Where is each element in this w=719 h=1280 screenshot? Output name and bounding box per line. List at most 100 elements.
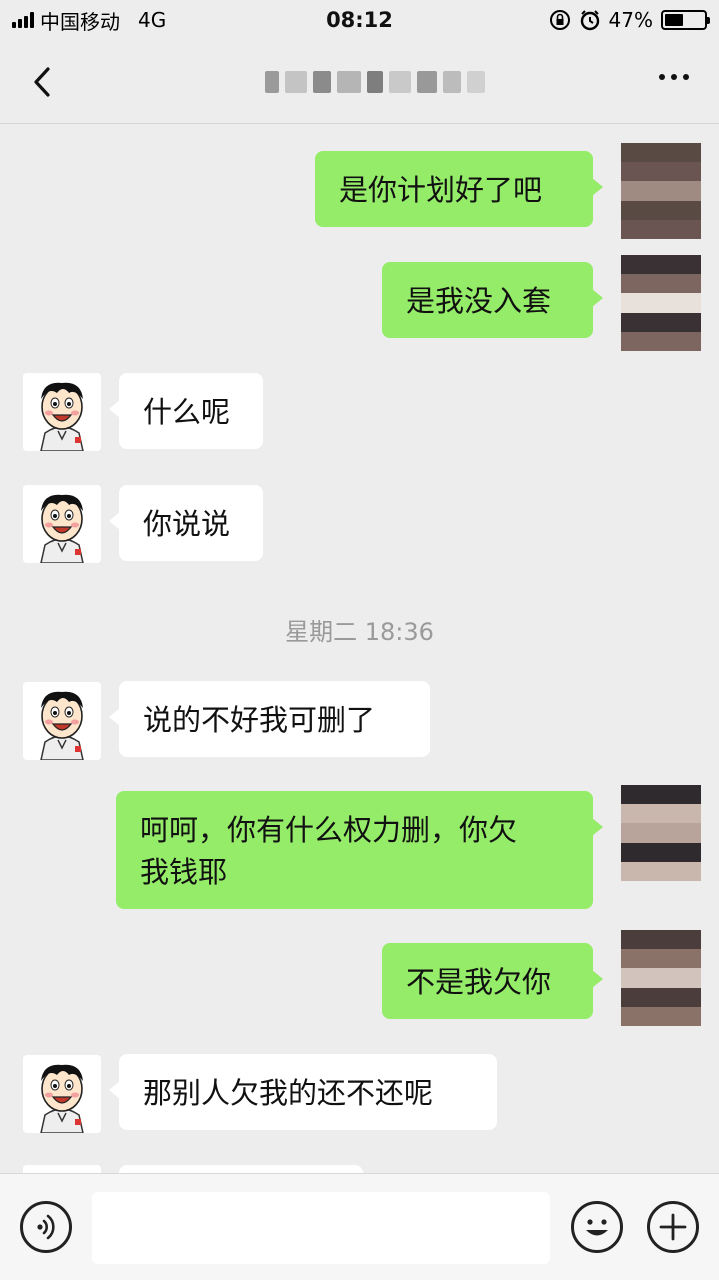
avatar-pixel: [681, 312, 701, 332]
avatar-pixel: [661, 968, 681, 988]
avatar-pixel: [661, 331, 681, 351]
avatar-pixel: [641, 987, 661, 1007]
avatar-pixel: [641, 143, 661, 163]
avatar-pixel: [661, 274, 681, 294]
time-separator: 星期二 18:36: [285, 618, 434, 646]
alarm-icon: [580, 10, 599, 31]
avatar-pixel: [621, 804, 641, 824]
avatar-pixel: [681, 293, 701, 313]
avatar-pixel: [621, 293, 641, 313]
chat-header: [0, 40, 719, 124]
avatar-pixel: [621, 930, 641, 950]
avatar-pixel: [621, 181, 641, 201]
avatar-pixel: [641, 861, 661, 881]
my-avatar[interactable]: [621, 930, 701, 1026]
avatar-pixel: [661, 987, 681, 1007]
avatar-pixel: [621, 861, 641, 881]
avatar-pixel: [681, 255, 701, 275]
avatar-pixel: [681, 1006, 701, 1026]
my-avatar[interactable]: [621, 143, 701, 239]
message-bubble-outgoing[interactable]: 是你计划好了吧: [315, 151, 603, 227]
emoji-icon[interactable]: [571, 1201, 623, 1253]
avatar-pixel: [621, 162, 641, 182]
plus-icon[interactable]: [647, 1201, 699, 1253]
avatar-pixel: [641, 785, 661, 805]
avatar-pixel: [621, 949, 641, 969]
avatar-pixel: [661, 255, 681, 275]
avatar-pixel: [681, 274, 701, 294]
avatar-pixel: [621, 331, 641, 351]
avatar-pixel: [661, 842, 681, 862]
avatar-pixel: [661, 312, 681, 332]
message-line: 呵呵，你有什么权力删，你欠: [140, 813, 518, 847]
avatar-pixel: [661, 930, 681, 950]
avatar-pixel: [641, 162, 661, 182]
avatar-pixel: [681, 331, 701, 351]
avatar-pixel: [681, 200, 701, 220]
friend-avatar[interactable]: [23, 1165, 101, 1173]
message-input[interactable]: [92, 1192, 550, 1264]
avatar-pixel: [621, 255, 641, 275]
avatar-pixel: [621, 1006, 641, 1026]
avatar-pixel: [681, 842, 701, 862]
avatar-pixel: [641, 181, 661, 201]
friend-avatar[interactable]: [23, 1055, 101, 1133]
avatar-pixel: [681, 861, 701, 881]
friend-avatar[interactable]: [23, 485, 101, 563]
friend-avatar[interactable]: [23, 373, 101, 451]
avatar-pixel: [641, 274, 661, 294]
message-bubble-incoming[interactable]: 什么呢: [109, 373, 263, 449]
avatar-pixel: [621, 219, 641, 239]
avatar-pixel: [681, 181, 701, 201]
my-avatar[interactable]: [621, 255, 701, 351]
avatar-pixel: [641, 968, 661, 988]
contact-name-blurred: [265, 62, 485, 102]
avatar-pixel: [661, 200, 681, 220]
avatar-pixel: [641, 823, 661, 843]
avatar-pixel: [661, 861, 681, 881]
status-bar: 中国移动 4G 08:12 47%: [0, 0, 719, 40]
battery-percent: 47%: [608, 8, 653, 32]
avatar-pixel: [681, 930, 701, 950]
avatar-pixel: [681, 219, 701, 239]
my-avatar[interactable]: [621, 785, 701, 881]
input-bar: [0, 1173, 719, 1280]
avatar-pixel: [681, 143, 701, 163]
avatar-pixel: [621, 143, 641, 163]
message-bubble-incoming[interactable]: 说的不好我可删了: [109, 681, 430, 757]
message-bubble-outgoing[interactable]: 不是我欠你: [382, 943, 603, 1019]
avatar-pixel: [621, 823, 641, 843]
avatar-pixel: [641, 331, 661, 351]
message-bubble-incoming[interactable]: 你说说: [109, 485, 263, 561]
battery-icon: [661, 10, 710, 30]
chat-list[interactable]: 是你计划好了吧 是我没入套 什么呢 你说说 星期二 18:36 说的不好我可删了…: [0, 125, 719, 1173]
avatar-pixel: [621, 968, 641, 988]
friend-avatar[interactable]: [23, 682, 101, 760]
message-bubble-outgoing[interactable]: 呵呵，你有什么权力删，你欠 我钱耶: [116, 791, 603, 909]
avatar-pixel: [621, 200, 641, 220]
more-dots-icon[interactable]: [659, 74, 689, 80]
avatar-pixel: [641, 842, 661, 862]
avatar-pixel: [621, 842, 641, 862]
avatar-pixel: [661, 785, 681, 805]
avatar-pixel: [661, 162, 681, 182]
message-line: 我钱耶: [140, 855, 228, 889]
avatar-pixel: [661, 143, 681, 163]
avatar-pixel: [681, 968, 701, 988]
avatar-pixel: [661, 1006, 681, 1026]
avatar-pixel: [661, 219, 681, 239]
avatar-pixel: [641, 200, 661, 220]
message-bubble-incoming[interactable]: 那别人欠我的还不还呢: [109, 1054, 497, 1130]
chevron-left-icon[interactable]: [24, 62, 64, 102]
avatar-pixel: [621, 987, 641, 1007]
avatar-pixel: [641, 804, 661, 824]
avatar-pixel: [641, 1006, 661, 1026]
avatar-pixel: [621, 312, 641, 332]
message-bubble-incoming-partial[interactable]: [119, 1165, 363, 1173]
avatar-pixel: [661, 181, 681, 201]
message-bubble-outgoing[interactable]: 是我没入套: [382, 262, 603, 338]
avatar-pixel: [681, 804, 701, 824]
avatar-pixel: [681, 823, 701, 843]
voice-icon[interactable]: [20, 1201, 72, 1253]
avatar-pixel: [641, 312, 661, 332]
